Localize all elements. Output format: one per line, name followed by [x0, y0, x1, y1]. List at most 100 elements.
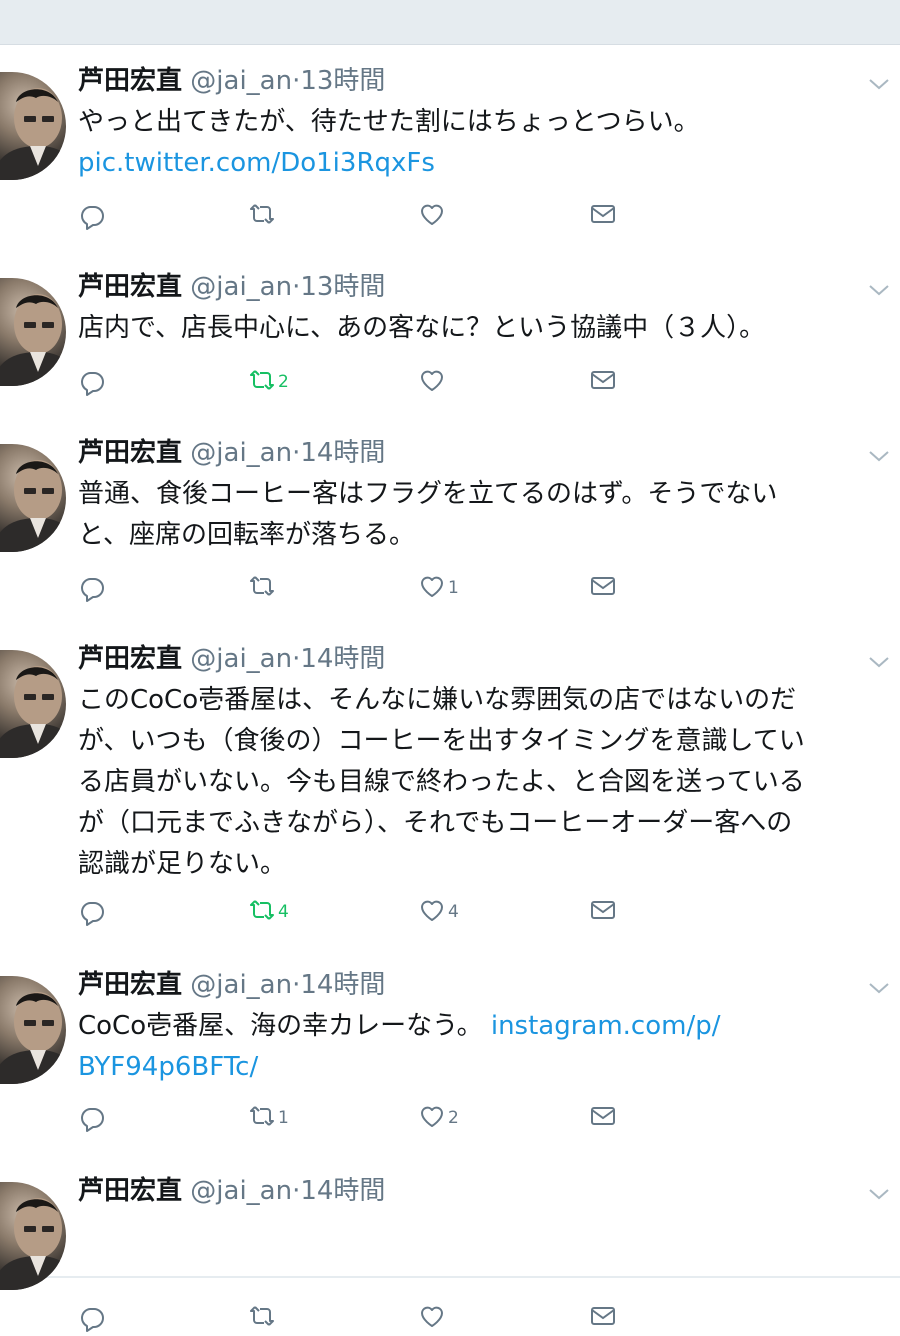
tweet[interactable]: 芦田宏直 @jai_an·14時間 CoCo壱番屋、海の幸カレーなう。 insta… — [0, 950, 900, 1158]
retweet-button[interactable] — [248, 570, 278, 606]
tweet-text-segment: 店内で、店長中心に、あの客なに？という協議中（３人）。 — [78, 313, 766, 343]
tweet-actions — [78, 198, 638, 234]
reply-button[interactable] — [78, 198, 106, 234]
author-handle[interactable]: @jai_an — [190, 1176, 292, 1206]
tweet[interactable]: 芦田宏直 @jai_an·14時間このCoCo壱番屋は、そんなに嫌いな雰囲気の店… — [0, 624, 900, 952]
tweet-header: 芦田宏直 @jai_an·14時間 — [78, 642, 385, 676]
like-button[interactable]: 2 — [418, 1100, 459, 1136]
tweet-text: このCoCo壱番屋は、そんなに嫌いな雰囲気の店ではないのだ が、いつも（食後の）コ… — [78, 680, 893, 885]
avatar[interactable] — [0, 278, 66, 386]
tweet-header: 芦田宏直 @jai_an·14時間 — [78, 436, 385, 470]
author-handle[interactable]: @jai_an — [190, 644, 292, 674]
chevron-down-icon[interactable] — [866, 1184, 892, 1204]
avatar[interactable] — [0, 444, 66, 552]
reply-button[interactable] — [78, 570, 106, 606]
envelope-icon — [589, 200, 617, 232]
envelope-icon — [589, 1302, 617, 1334]
direct-message-button[interactable] — [589, 364, 617, 400]
timestamp[interactable]: 13時間 — [300, 272, 385, 302]
tweet-header: 芦田宏直 @jai_an·13時間 — [78, 64, 385, 98]
tweet-text: 店内で、店長中心に、あの客なに？という協議中（３人）。 — [78, 308, 893, 349]
reply-button[interactable] — [78, 894, 106, 930]
tweet-text-line: が、いつも（食後の）コーヒーを出すタイミングを意識してい — [78, 721, 893, 762]
like-button[interactable] — [418, 1300, 448, 1336]
chevron-down-icon[interactable] — [866, 280, 892, 300]
chevron-down-icon[interactable] — [866, 652, 892, 672]
reply-button[interactable] — [78, 1100, 106, 1136]
retweet-count: 1 — [278, 1108, 289, 1128]
tweet[interactable]: 芦田宏直 @jai_an·13時間やっと出てきたが、待たせた割にはちょっとつらい… — [0, 46, 900, 254]
timestamp[interactable]: 14時間 — [300, 438, 385, 468]
timestamp[interactable]: 14時間 — [300, 1176, 385, 1206]
tweet-text-line: やっと出てきたが、待たせた割にはちょっとつらい。 — [78, 102, 893, 143]
retweet-icon — [248, 1302, 276, 1334]
retweet-button[interactable]: 4 — [248, 894, 289, 930]
direct-message-button[interactable] — [589, 894, 617, 930]
retweet-button[interactable] — [248, 1300, 278, 1336]
direct-message-button[interactable] — [589, 1300, 617, 1336]
avatar[interactable] — [0, 976, 66, 1084]
tweet-text-line: BYF94p6BFTc/ — [78, 1047, 893, 1088]
author-name[interactable]: 芦田宏直 — [78, 644, 182, 674]
retweet-icon — [248, 572, 276, 604]
retweet-icon — [248, 1102, 276, 1134]
avatar[interactable] — [0, 1182, 66, 1290]
author-name[interactable]: 芦田宏直 — [78, 66, 182, 96]
tweet-text-segment: CoCo壱番屋、海の幸カレーなう。 — [78, 1011, 483, 1041]
tweet-link[interactable]: pic.twitter.com/Do1i3RqxFs — [78, 148, 435, 178]
tweet-text-line: と、座席の回転率が落ちる。 — [78, 515, 893, 556]
tweet-actions: 2 — [78, 364, 638, 400]
direct-message-button[interactable] — [589, 570, 617, 606]
tweet-link[interactable]: BYF94p6BFTc/ — [78, 1052, 258, 1082]
tweet[interactable]: 芦田宏直 @jai_an·14時間 — [0, 1156, 900, 1332]
retweet-button[interactable] — [248, 198, 278, 234]
direct-message-button[interactable] — [589, 1100, 617, 1136]
timestamp[interactable]: 14時間 — [300, 644, 385, 674]
author-name[interactable]: 芦田宏直 — [78, 970, 182, 1000]
tweet-text-segment: が（口元までふきながら）、それでもコーヒーオーダー客への — [78, 808, 793, 838]
tweet-text-line: CoCo壱番屋、海の幸カレーなう。 instagram.com/p/ — [78, 1006, 893, 1047]
tweet-text-segment: 認識が足りない。 — [78, 849, 287, 879]
tweet-text: やっと出てきたが、待たせた割にはちょっとつらい。 pic.twitter.com/… — [78, 102, 893, 184]
like-button[interactable] — [418, 198, 448, 234]
heart-icon — [418, 1102, 446, 1134]
tweet-text: CoCo壱番屋、海の幸カレーなう。 instagram.com/p/BYF94p… — [78, 1006, 893, 1088]
heart-icon — [418, 1302, 446, 1334]
author-handle[interactable]: @jai_an — [190, 66, 292, 96]
tweet-text-line: 認識が足りない。 — [78, 844, 893, 885]
like-button[interactable]: 4 — [418, 894, 459, 930]
tweet[interactable]: 芦田宏直 @jai_an·13時間 店内で、店長中心に、あの客なに？という協議中（… — [0, 252, 900, 420]
chevron-down-icon[interactable] — [866, 74, 892, 94]
timestamp[interactable]: 13時間 — [300, 66, 385, 96]
author-handle[interactable]: @jai_an — [190, 272, 292, 302]
retweet-count: 2 — [278, 372, 289, 392]
tweet-link[interactable]: instagram.com/p/ — [491, 1011, 721, 1041]
retweet-button[interactable]: 2 — [248, 364, 289, 400]
direct-message-button[interactable] — [589, 198, 617, 234]
retweet-icon — [248, 366, 276, 398]
envelope-icon — [589, 896, 617, 928]
author-handle[interactable]: @jai_an — [190, 970, 292, 1000]
tweet-text-line: 普通、食後コーヒー客はフラグを立てるのはず。そうでない — [78, 474, 893, 515]
tweet[interactable]: 芦田宏直 @jai_an·14時間普通、食後コーヒー客はフラグを立てるのはず。そ… — [0, 418, 900, 626]
avatar[interactable] — [0, 650, 66, 758]
reply-button[interactable] — [78, 364, 106, 400]
tweet-text-segment: る店員がいない。今も目線で終わったよ、と合図を送っている — [78, 767, 805, 797]
avatar[interactable] — [0, 72, 66, 180]
retweet-button[interactable]: 1 — [248, 1100, 289, 1136]
like-button[interactable] — [418, 364, 448, 400]
retweet-count: 4 — [278, 902, 289, 922]
author-name[interactable]: 芦田宏直 — [78, 1176, 182, 1206]
chevron-down-icon[interactable] — [866, 978, 892, 998]
author-name[interactable]: 芦田宏直 — [78, 272, 182, 302]
tweet-actions: 1 — [78, 570, 638, 606]
chevron-down-icon[interactable] — [866, 446, 892, 466]
like-button[interactable]: 1 — [418, 570, 459, 606]
author-name[interactable]: 芦田宏直 — [78, 438, 182, 468]
timestamp[interactable]: 14時間 — [300, 970, 385, 1000]
author-handle[interactable]: @jai_an — [190, 438, 292, 468]
tweet-text: 普通、食後コーヒー客はフラグを立てるのはず。そうでない と、座席の回転率が落ちる。 — [78, 474, 893, 556]
reply-button[interactable] — [78, 1300, 106, 1336]
tweet-text-line: pic.twitter.com/Do1i3RqxFs — [78, 143, 893, 184]
tweet-actions — [78, 1300, 638, 1336]
